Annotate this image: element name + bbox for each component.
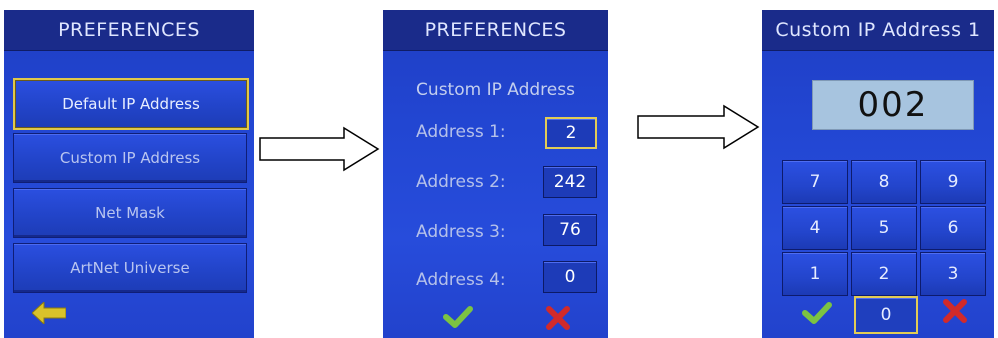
checkmark-icon[interactable]: [443, 305, 473, 329]
menu-item-artnet-universe[interactable]: ArtNet Universe: [13, 243, 247, 293]
address-3-field[interactable]: 76: [543, 214, 597, 246]
flow-arrow-icon: [259, 126, 380, 172]
checkmark-icon[interactable]: [802, 301, 832, 325]
cross-icon[interactable]: [545, 305, 571, 331]
key-7[interactable]: 7: [782, 160, 848, 204]
back-arrow-icon[interactable]: [32, 302, 66, 324]
address-2-label: Address 2:: [416, 172, 506, 192]
value-display: 002: [812, 80, 974, 130]
key-1[interactable]: 1: [782, 252, 848, 296]
address-3-label: Address 3:: [416, 222, 506, 242]
key-9[interactable]: 9: [920, 160, 986, 204]
flow-arrow-icon: [637, 104, 760, 150]
menu-item-net-mask[interactable]: Net Mask: [13, 188, 247, 238]
screen-title: PREFERENCES: [4, 10, 254, 51]
section-title: Custom IP Address: [416, 80, 575, 100]
key-3[interactable]: 3: [920, 252, 986, 296]
key-6[interactable]: 6: [920, 206, 986, 250]
cross-icon[interactable]: [942, 298, 968, 324]
address-2-field[interactable]: 242: [543, 166, 597, 198]
key-0[interactable]: 0: [854, 296, 918, 334]
preferences-screen: PREFERENCES Default IP Address Custom IP…: [4, 10, 254, 338]
address-4-field[interactable]: 0: [543, 261, 597, 293]
address-1-label: Address 1:: [416, 122, 506, 142]
menu-item-default-ip[interactable]: Default IP Address: [13, 78, 249, 130]
key-8[interactable]: 8: [851, 160, 917, 204]
custom-ip-keypad-screen: Custom IP Address 1 002 7 8 9 4 5 6 1 2 …: [762, 10, 994, 338]
screen-title: Custom IP Address 1: [762, 10, 994, 51]
custom-ip-screen: PREFERENCES Custom IP Address Address 1:…: [383, 10, 608, 338]
menu-item-custom-ip[interactable]: Custom IP Address: [13, 133, 247, 183]
key-4[interactable]: 4: [782, 206, 848, 250]
screen-title: PREFERENCES: [383, 10, 608, 51]
address-4-label: Address 4:: [416, 270, 506, 290]
address-1-field[interactable]: 2: [545, 117, 597, 149]
key-5[interactable]: 5: [851, 206, 917, 250]
key-2[interactable]: 2: [851, 252, 917, 296]
